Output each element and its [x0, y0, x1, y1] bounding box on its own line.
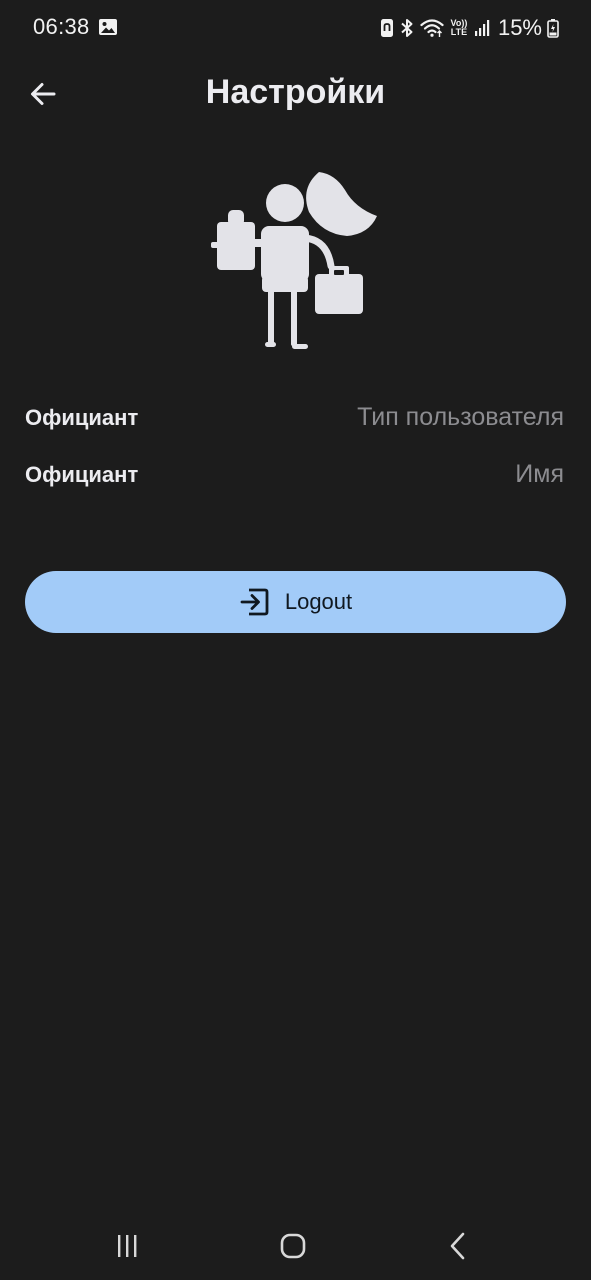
nav-back-icon	[450, 1232, 465, 1260]
nfc-icon	[380, 18, 394, 38]
app-bar: Настройки	[0, 60, 591, 126]
logout-button[interactable]: Logout	[25, 571, 566, 633]
recents-button[interactable]	[97, 1226, 157, 1266]
signal-icon	[474, 18, 490, 38]
home-icon	[280, 1233, 306, 1259]
user-type-value: Официант	[25, 405, 139, 430]
user-name-row: Официант Имя	[25, 457, 564, 493]
status-bar: 06:38 Vo)) LTE 15%	[0, 0, 591, 56]
status-icons: Vo)) LTE 15%	[380, 14, 559, 42]
user-name-value: Официант	[25, 462, 139, 487]
battery-percent: 15%	[497, 15, 542, 40]
volte-bottom-label: LTE	[450, 27, 468, 37]
user-type-row: Официант Тип пользователя	[25, 400, 564, 436]
gallery-icon	[98, 18, 118, 36]
battery-icon	[547, 18, 559, 38]
bluetooth-icon	[399, 18, 415, 38]
nav-back-button[interactable]	[429, 1226, 489, 1266]
status-time: 06:38	[33, 14, 90, 39]
recents-icon	[118, 1235, 137, 1257]
navigation-bar	[0, 1212, 591, 1280]
page-title: Настройки	[205, 73, 386, 111]
logout-icon	[240, 588, 269, 616]
wifi-icon	[420, 18, 444, 38]
waiter-illustration	[207, 168, 383, 354]
user-type-label: Тип пользователя	[357, 403, 564, 431]
home-button[interactable]	[263, 1226, 323, 1266]
logout-label: Logout	[284, 589, 353, 614]
volte-icon: Vo)) LTE	[449, 19, 469, 37]
user-name-label: Имя	[515, 460, 564, 488]
